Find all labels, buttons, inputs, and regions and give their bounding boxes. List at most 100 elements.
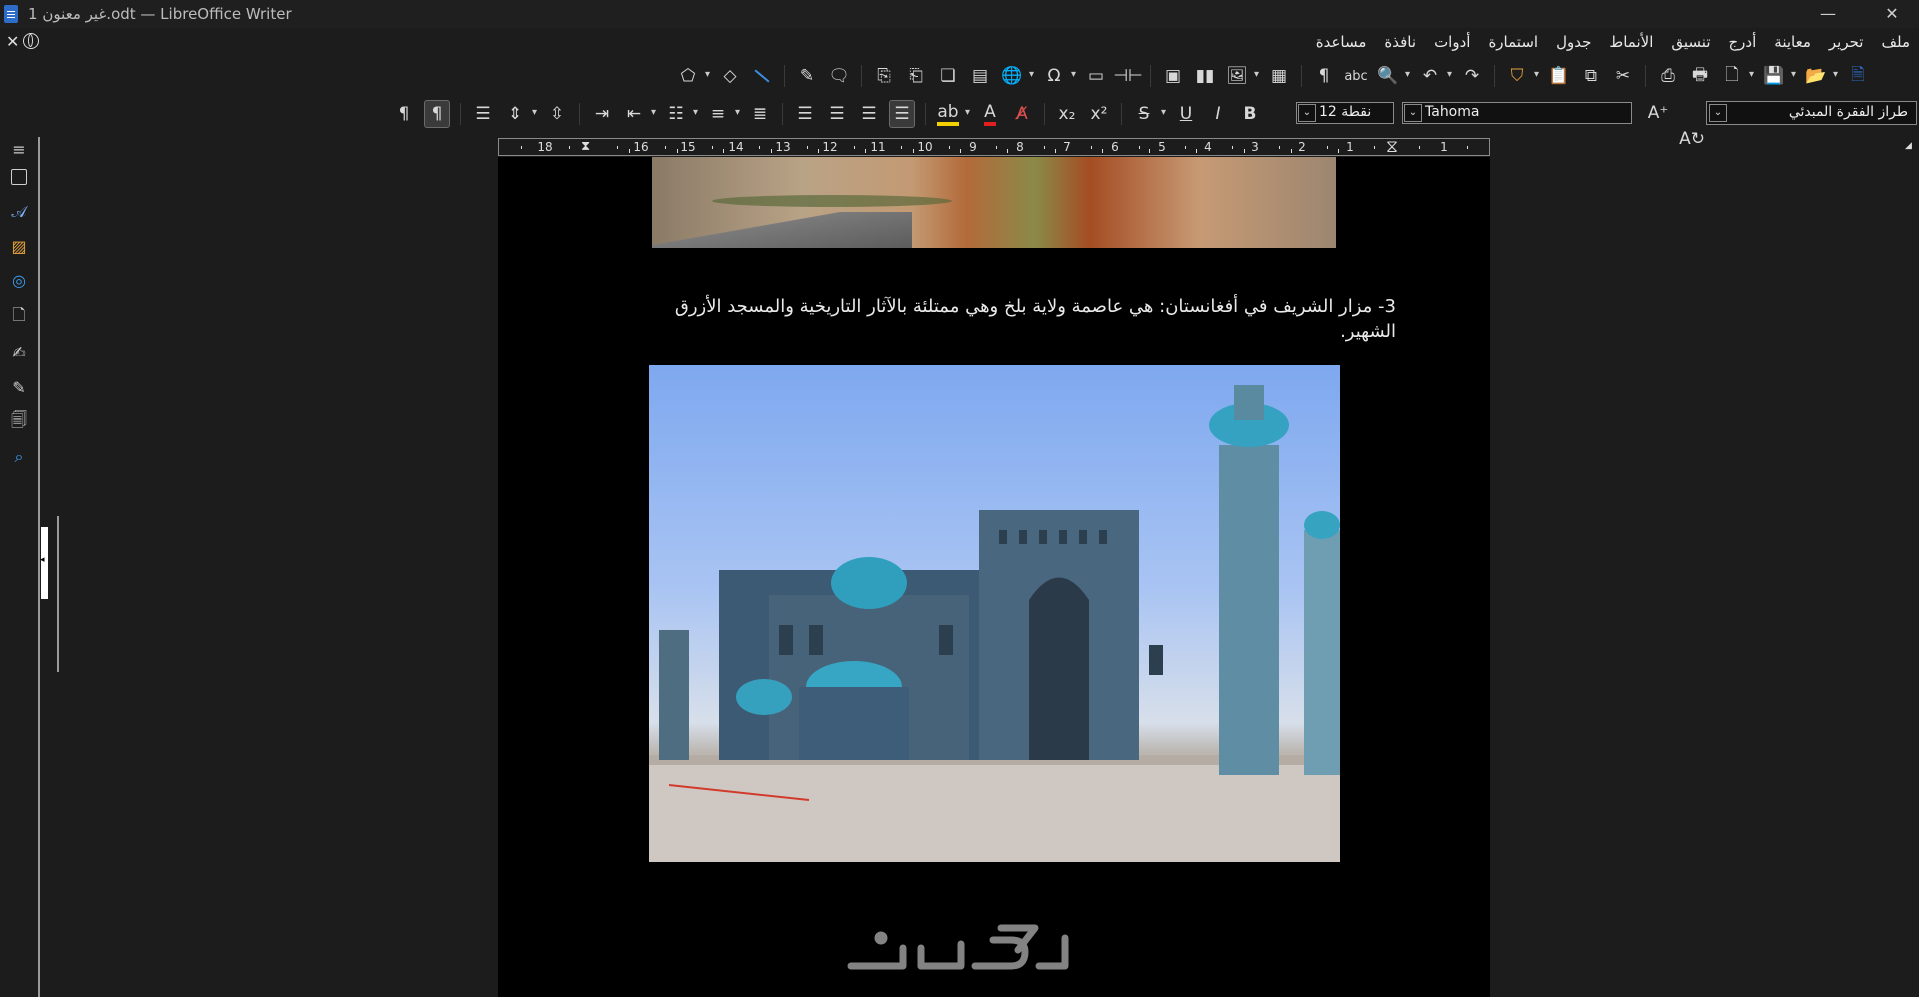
new-document-icon[interactable]: 🗎 bbox=[1846, 63, 1870, 89]
page-icon[interactable]: 🗋 bbox=[9, 305, 29, 327]
superscript-icon[interactable]: x² bbox=[1087, 101, 1111, 127]
underline-icon[interactable]: U bbox=[1174, 101, 1198, 127]
menu-format[interactable]: تنسيق bbox=[1662, 33, 1719, 51]
bold-icon[interactable]: B bbox=[1238, 101, 1262, 127]
new-style-icon[interactable]: A⁺ bbox=[1646, 100, 1670, 126]
insert-bookmark-icon[interactable]: ⎗ bbox=[904, 63, 928, 89]
close-window-button[interactable]: ✕ bbox=[1870, 2, 1914, 26]
paragraph-style-combo[interactable]: ⌄ طراز الفقرة المبدئي bbox=[1706, 101, 1917, 125]
highlighting-color-icon[interactable]: ab bbox=[936, 101, 970, 127]
insert-text-box-icon[interactable]: ▣ bbox=[1161, 63, 1185, 89]
cross-reference-icon[interactable]: ⎘ bbox=[872, 63, 896, 89]
subscript-icon[interactable]: x₂ bbox=[1055, 101, 1079, 127]
vertical-scrollbar[interactable] bbox=[57, 516, 59, 672]
menu-table[interactable]: جدول bbox=[1547, 33, 1600, 51]
ruler-tab-selector[interactable]: ◢ bbox=[1905, 141, 1912, 151]
menu-view[interactable]: معاينة bbox=[1765, 33, 1820, 51]
ruler-number: 10 bbox=[917, 140, 933, 154]
landscape-image[interactable] bbox=[652, 157, 1336, 248]
spelling-icon[interactable]: abc bbox=[1344, 63, 1368, 89]
chevron-down-icon[interactable]: ⌄ bbox=[1709, 104, 1727, 122]
hyperlink-icon[interactable]: 🌐 bbox=[1000, 63, 1034, 89]
sidebar-menu-icon[interactable]: ≡ bbox=[9, 139, 29, 159]
unordered-list-icon[interactable]: ≣ bbox=[748, 101, 772, 127]
find-replace-icon[interactable]: 🔍 bbox=[1376, 63, 1410, 89]
insert-endnote-icon[interactable]: ❏ bbox=[936, 63, 960, 89]
find-icon[interactable]: ⌕ bbox=[9, 447, 29, 467]
properties-icon[interactable] bbox=[9, 167, 29, 187]
special-character-icon[interactable]: Ω bbox=[1042, 63, 1077, 89]
increase-indent-icon[interactable]: ⇥ bbox=[590, 101, 614, 127]
chevron-down-icon[interactable]: ⌄ bbox=[1404, 104, 1422, 122]
styles-icon[interactable]: 𝒜 bbox=[9, 202, 29, 222]
align-right-icon[interactable]: ☰ bbox=[889, 100, 915, 128]
menu-window[interactable]: نافذة bbox=[1375, 33, 1425, 51]
menu-tools[interactable]: أدوات bbox=[1425, 33, 1479, 51]
ruler-indent-marker[interactable]: ⧖ bbox=[1386, 137, 1398, 157]
insert-field-icon[interactable]: ▭ bbox=[1084, 63, 1108, 89]
ruler-number: 11 bbox=[870, 140, 886, 154]
globe-icon[interactable] bbox=[23, 33, 39, 49]
justify-icon[interactable]: ☰ bbox=[793, 101, 817, 127]
navigator-icon[interactable]: ◎ bbox=[9, 270, 29, 290]
track-changes-icon[interactable]: ✎ bbox=[795, 63, 819, 89]
paragraph-spacing-icon[interactable]: ⇕ bbox=[503, 101, 537, 127]
font-color-icon[interactable]: A bbox=[978, 101, 1002, 127]
menu-file[interactable]: ملف bbox=[1872, 33, 1919, 51]
manage-changes-icon[interactable]: ✎ bbox=[9, 377, 29, 397]
clone-formatting-icon[interactable]: ⛉ bbox=[1505, 63, 1539, 89]
horizontal-ruler[interactable]: 18 16 15 14 13 12 11 10 9 8 7 6 5 4 3 2 … bbox=[498, 138, 1490, 156]
copy-icon[interactable]: ⧉ bbox=[1579, 63, 1603, 89]
open-icon[interactable]: 📂 bbox=[1804, 63, 1838, 89]
print-preview-icon[interactable]: 🗋 bbox=[1720, 63, 1754, 89]
decrease-indent-icon[interactable]: ⇤ bbox=[622, 101, 656, 127]
paste-icon[interactable]: 📋 bbox=[1547, 63, 1571, 89]
print-icon[interactable]: 🖶 bbox=[1688, 63, 1712, 89]
formatting-marks-icon[interactable]: ¶ bbox=[1312, 63, 1336, 89]
basic-shapes-diamond-icon[interactable]: ◇ bbox=[718, 63, 742, 89]
insert-image-icon[interactable]: 🖼 bbox=[1225, 63, 1259, 89]
export-pdf-icon[interactable]: ⎙ bbox=[1656, 63, 1680, 89]
outline-format-icon[interactable]: ☷ bbox=[664, 101, 698, 127]
save-icon[interactable]: 💾 bbox=[1762, 63, 1796, 89]
cut-icon[interactable]: ✂ bbox=[1611, 63, 1635, 89]
font-size-combo[interactable]: ⌄ نقطة 12 bbox=[1296, 102, 1394, 124]
design-icon[interactable]: 🗐 bbox=[9, 410, 29, 432]
right-to-left-paragraph-icon[interactable]: ¶ bbox=[424, 100, 450, 128]
ruler-number: 8 bbox=[1016, 140, 1024, 154]
align-left-icon[interactable]: ☰ bbox=[825, 101, 849, 127]
font-name-combo[interactable]: ⌄ Tahoma bbox=[1402, 102, 1632, 124]
left-to-right-paragraph-icon[interactable]: ¶ bbox=[392, 101, 416, 127]
chevron-down-icon[interactable]: ⌄ bbox=[1298, 104, 1316, 122]
page-break-icon[interactable]: ⊣⊢ bbox=[1113, 63, 1143, 89]
menu-styles[interactable]: الأنماط bbox=[1600, 33, 1662, 51]
ruler-indent-marker[interactable]: ⧗ bbox=[581, 139, 590, 154]
increase-spacing-icon[interactable]: ⇳ bbox=[545, 101, 569, 127]
insert-chart-icon[interactable]: ▮▮ bbox=[1193, 63, 1217, 89]
update-style-icon[interactable]: A↻ bbox=[1679, 126, 1705, 152]
insert-comment-icon[interactable]: 🗨 bbox=[827, 63, 851, 89]
line-spacing-icon[interactable]: ☰ bbox=[471, 101, 495, 127]
insert-line-icon[interactable] bbox=[750, 63, 774, 89]
style-inspector-icon[interactable]: ✍ bbox=[9, 342, 29, 362]
italic-icon[interactable]: I bbox=[1206, 101, 1230, 127]
menu-edit[interactable]: تحرير bbox=[1820, 33, 1873, 51]
insert-table-icon[interactable]: ▦ bbox=[1267, 63, 1291, 89]
menu-help[interactable]: مساعدة bbox=[1307, 33, 1376, 51]
blue-mosque-image[interactable] bbox=[649, 365, 1340, 862]
align-center-icon[interactable]: ☰ bbox=[857, 101, 881, 127]
gallery-icon[interactable]: ▨ bbox=[9, 236, 29, 256]
ordered-list-icon[interactable]: ≡ bbox=[706, 101, 740, 127]
menu-insert[interactable]: أدرج bbox=[1720, 33, 1766, 51]
close-document-button[interactable]: ✕ bbox=[6, 32, 19, 51]
insert-footnote-icon[interactable]: ▤ bbox=[968, 63, 992, 89]
sidebar-collapse-handle[interactable] bbox=[40, 527, 48, 599]
shapes-icon[interactable]: ⬠ bbox=[676, 63, 710, 89]
strikethrough-icon[interactable]: S bbox=[1132, 101, 1166, 127]
document-paragraph[interactable]: 3- مزار الشريف في أفغانستان: هي عاصمة ول… bbox=[644, 294, 1396, 344]
restore-button[interactable] bbox=[1807, 2, 1851, 26]
clear-formatting-icon[interactable]: A̸ bbox=[1010, 101, 1034, 127]
menu-form[interactable]: استمارة bbox=[1479, 33, 1547, 51]
redo-icon[interactable]: ↷ bbox=[1460, 63, 1484, 89]
undo-icon[interactable]: ↶ bbox=[1418, 63, 1452, 89]
